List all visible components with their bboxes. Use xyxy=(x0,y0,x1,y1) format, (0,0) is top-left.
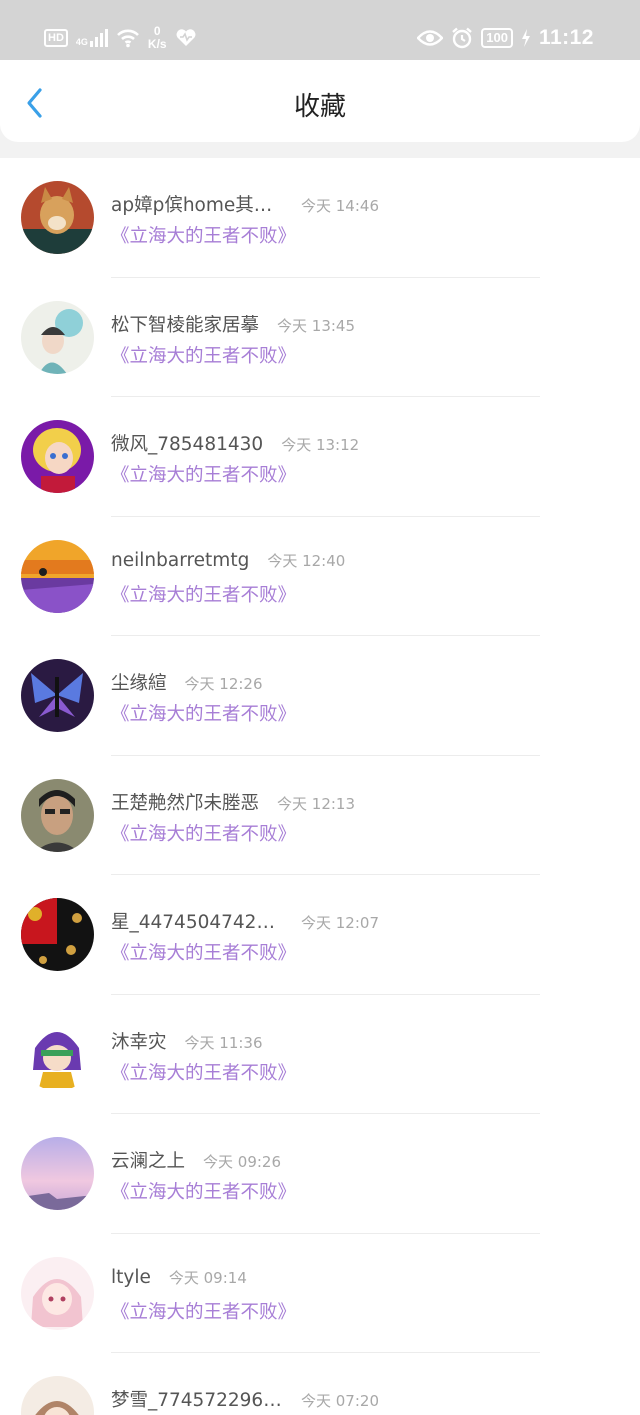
username: 尘缘縇 xyxy=(111,673,167,694)
status-left: HD 4G 0 K/s xyxy=(44,22,197,54)
page-title: 收藏 xyxy=(293,92,346,122)
book-title-link[interactable]: 《立海大的王者不败》 xyxy=(111,939,296,965)
status-bar: HD 4G 0 K/s 100 11:12 xyxy=(0,0,640,60)
list-item[interactable]: 松下智棱能家居摹 今天 13:45 《立海大的王者不败》 xyxy=(0,278,640,397)
hd-icon: HD xyxy=(44,29,68,47)
name-line: 沐幸灾 今天 11:36 xyxy=(111,1028,263,1054)
avatar[interactable] xyxy=(21,659,94,732)
list-item[interactable]: neilnbarretmtg 今天 12:40 《立海大的王者不败》 xyxy=(0,517,640,636)
book-title-link[interactable]: 《立海大的王者不败》 xyxy=(111,700,296,726)
list-item[interactable]: 沐幸灾 今天 11:36 《立海大的王者不败》 xyxy=(0,995,640,1114)
battery-icon: 100 xyxy=(481,28,513,48)
avatar[interactable] xyxy=(21,1137,94,1210)
avatar[interactable] xyxy=(21,420,94,493)
timestamp: 今天 09:26 xyxy=(203,1153,282,1171)
username: 微风_785481430 xyxy=(111,434,264,455)
book-title-link[interactable]: 《立海大的王者不败》 xyxy=(111,222,296,248)
alarm-icon xyxy=(452,27,473,49)
avatar[interactable] xyxy=(21,1256,94,1330)
username: ap嫜p傧home其他... xyxy=(111,195,283,216)
network-speed: 0 K/s xyxy=(148,25,167,51)
name-line: 梦雪_7745722966... 今天 07:20 xyxy=(111,1386,379,1412)
avatar[interactable] xyxy=(21,898,94,971)
username: 沐幸灾 xyxy=(111,1031,167,1053)
timestamp: 今天 12:13 xyxy=(277,794,356,813)
username: 星_447450474256... xyxy=(111,912,283,933)
book-title-link[interactable]: 《立海大的王者不败》 xyxy=(111,820,296,846)
timestamp: 今天 14:46 xyxy=(301,197,379,215)
clock: 11:12 xyxy=(538,26,594,49)
charging-icon xyxy=(521,29,530,47)
avatar[interactable] xyxy=(21,1017,94,1091)
name-line: ap嫜p傧home其他... 今天 14:46 xyxy=(111,191,379,217)
network-label: 4G xyxy=(75,37,88,47)
list-item[interactable]: ltyle 今天 09:14 《立海大的王者不败》 xyxy=(0,1234,640,1353)
username: 松下智棱能家居摹 xyxy=(111,314,260,336)
list-item[interactable]: 尘缘縇 今天 12:26 《立海大的王者不败》 xyxy=(0,636,640,756)
avatar[interactable] xyxy=(21,778,94,852)
list-item[interactable]: ap嫜p傧home其他... 今天 14:46 《立海大的王者不败》 xyxy=(0,158,640,278)
list-item[interactable]: 王楚艴然邝未塍恶 今天 12:13 《立海大的王者不败》 xyxy=(0,756,640,875)
book-title-link[interactable]: 《立海大的王者不败》 xyxy=(111,342,296,368)
avatar[interactable] xyxy=(21,181,94,254)
name-line: 松下智棱能家居摹 今天 13:45 xyxy=(111,311,355,337)
eye-icon xyxy=(417,30,444,46)
timestamp: 今天 12:40 xyxy=(267,551,346,570)
list-item[interactable]: 云澜之上 今天 09:26 《立海大的王者不败》 xyxy=(0,1114,640,1234)
timestamp: 今天 11:36 xyxy=(184,1033,263,1052)
book-title-link[interactable]: 《立海大的王者不败》 xyxy=(111,581,296,607)
list-item[interactable]: 梦雪_7745722966... 今天 07:20 xyxy=(0,1353,640,1415)
list-item[interactable]: 星_447450474256... 今天 12:07 《立海大的王者不败》 xyxy=(0,875,640,995)
avatar[interactable] xyxy=(21,539,94,613)
timestamp: 今天 09:14 xyxy=(168,1268,247,1287)
favorites-list: ap嫜p傧home其他... 今天 14:46 《立海大的王者不败》 松下智棱能… xyxy=(0,158,640,1415)
username: 云澜之上 xyxy=(111,1151,186,1172)
book-title-link[interactable]: 《立海大的王者不败》 xyxy=(111,461,296,487)
book-title-link[interactable]: 《立海大的王者不败》 xyxy=(111,1059,296,1085)
name-line: ltyle 今天 09:14 xyxy=(111,1267,247,1288)
username: ltyle xyxy=(111,1266,151,1288)
name-line: 微风_785481430 今天 13:12 xyxy=(111,430,359,456)
app-header: 收藏 xyxy=(0,60,640,142)
name-line: 星_447450474256... 今天 12:07 xyxy=(111,908,379,934)
signal-icon: 4G xyxy=(76,29,108,47)
status-right: 100 11:12 xyxy=(417,22,594,54)
wifi-icon xyxy=(116,29,139,48)
name-line: 尘缘縇 今天 12:26 xyxy=(111,669,263,695)
avatar[interactable] xyxy=(21,1376,94,1415)
avatar[interactable] xyxy=(21,300,94,374)
timestamp: 今天 13:45 xyxy=(277,316,356,335)
speed-unit: K/s xyxy=(147,37,167,51)
list-item[interactable]: 微风_785481430 今天 13:12 《立海大的王者不败》 xyxy=(0,397,640,517)
book-title-link[interactable]: 《立海大的王者不败》 xyxy=(111,1178,296,1204)
username: 王楚艴然邝未塍恶 xyxy=(111,792,260,814)
timestamp: 今天 13:12 xyxy=(281,436,360,454)
timestamp: 今天 12:26 xyxy=(184,675,263,693)
username: neilnbarretmtg xyxy=(111,549,250,571)
timestamp: 今天 07:20 xyxy=(301,1392,379,1410)
name-line: 王楚艴然邝未塍恶 今天 12:13 xyxy=(111,789,355,815)
book-title-link[interactable]: 《立海大的王者不败》 xyxy=(111,1298,296,1324)
timestamp: 今天 12:07 xyxy=(301,914,379,932)
heart-icon xyxy=(176,29,196,46)
username: 梦雪_7745722966... xyxy=(111,1390,283,1411)
speed-value: 0 xyxy=(153,24,161,38)
name-line: neilnbarretmtg 今天 12:40 xyxy=(111,550,345,571)
name-line: 云澜之上 今天 09:26 xyxy=(111,1147,281,1173)
